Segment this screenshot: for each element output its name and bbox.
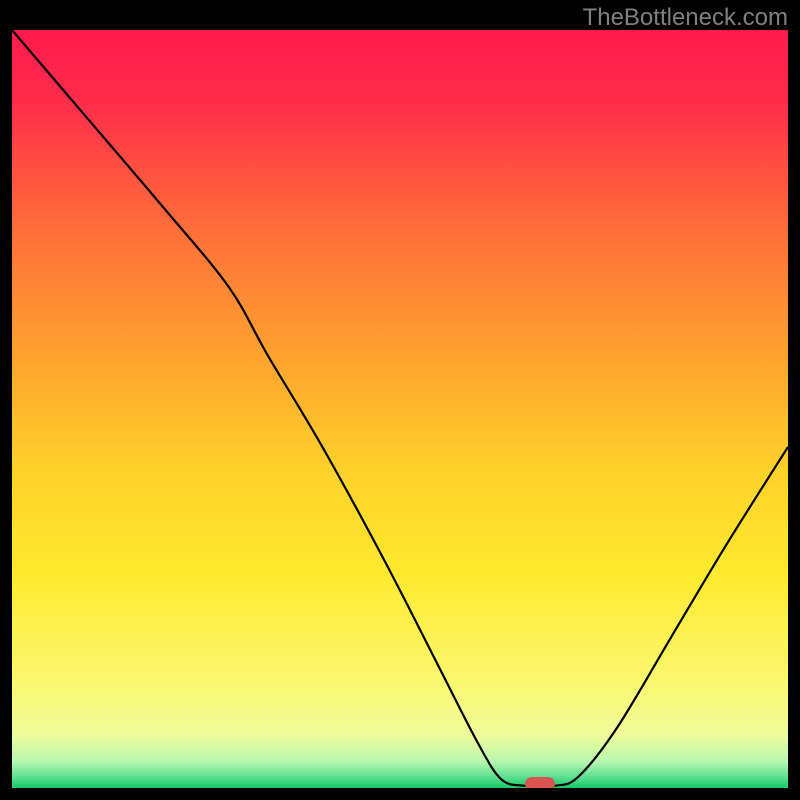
plot-area — [12, 30, 788, 788]
bottleneck-curve — [12, 30, 788, 788]
optimal-marker — [525, 777, 555, 788]
chart-container: TheBottleneck.com — [0, 0, 800, 800]
watermark-text: TheBottleneck.com — [583, 4, 788, 32]
